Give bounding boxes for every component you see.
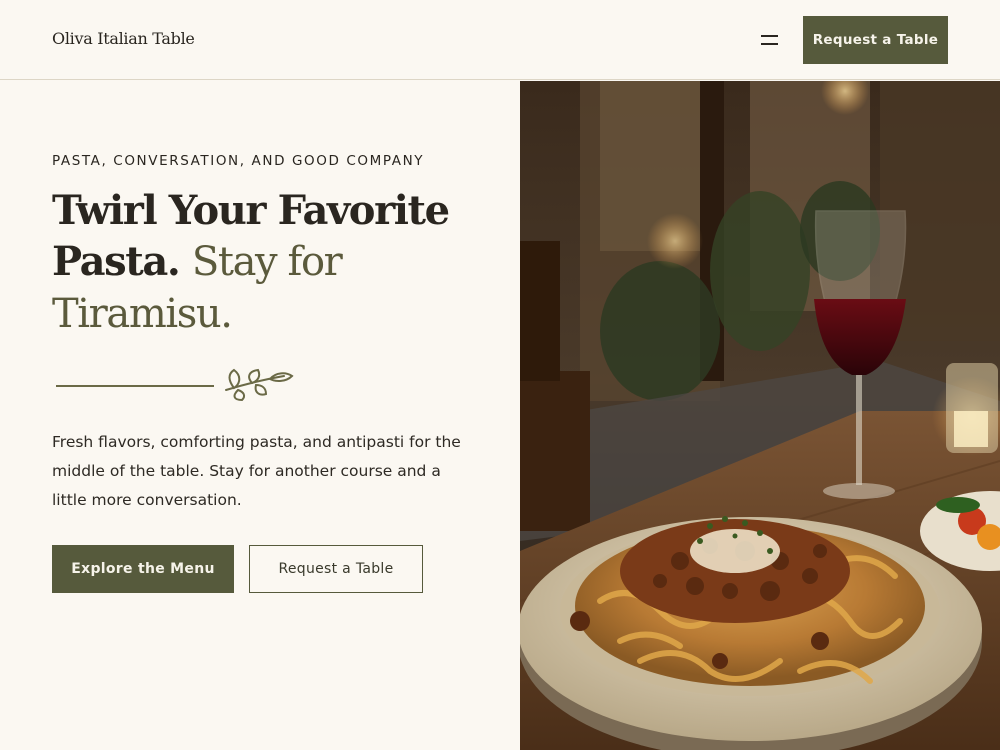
hero-pasta-photo (520, 81, 1000, 750)
olive-branch-icon (56, 368, 294, 402)
site-header: Oliva Italian Table Request a Table (0, 0, 1000, 80)
hero-headline: Twirl Your Favorite Pasta. Stay for Tira… (52, 185, 492, 340)
explore-menu-button[interactable]: Explore the Menu (52, 545, 234, 593)
hero-description: Fresh flavors, comforting pasta, and ant… (52, 433, 461, 509)
hamburger-menu-icon[interactable] (755, 28, 783, 52)
hero-eyebrow: PASTA, CONVERSATION, AND GOOD COMPANY (52, 153, 425, 169)
request-table-button[interactable]: Request a Table (249, 545, 423, 593)
brand-logo[interactable]: Oliva Italian Table (52, 29, 195, 48)
hero-text-panel (0, 81, 520, 750)
request-table-button-header[interactable]: Request a Table (803, 16, 948, 64)
